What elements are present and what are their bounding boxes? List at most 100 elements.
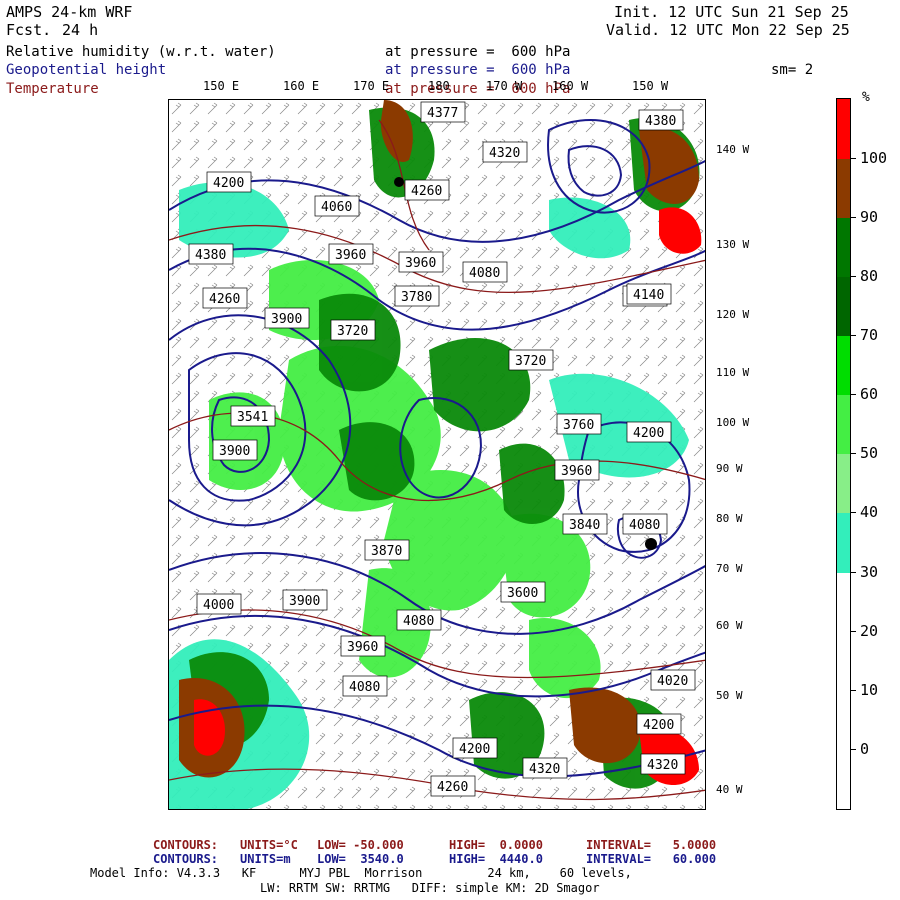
lon-label: 180 — [428, 79, 450, 93]
field-rh-name: Relative humidity (w.r.t. water) — [6, 44, 276, 60]
colorbar — [836, 98, 851, 810]
lat-label: 130 W — [716, 238, 750, 251]
height-label: 3720 — [330, 319, 376, 341]
colorbar-segment — [837, 454, 850, 513]
model-title: AMPS 24-km WRF — [6, 3, 133, 21]
lon-label: 170 E — [353, 79, 390, 93]
height-label: 3900 — [212, 439, 258, 461]
colorbar-label: 60 — [860, 385, 879, 403]
colorbar-label: 90 — [860, 208, 879, 226]
height-label: 4380 — [638, 109, 684, 131]
temp-contour-high: HIGH= 0.0000 — [449, 838, 543, 852]
colorbar-segment — [837, 99, 850, 159]
svg-text:3900: 3900 — [219, 444, 250, 459]
height-label: 3870 — [364, 539, 410, 561]
height-label: 3541 — [230, 405, 276, 427]
field-height-name: Geopotential height — [6, 62, 167, 78]
field-height-level: at pressure = 600 hPa — [385, 62, 571, 78]
height-label: 4080 — [396, 609, 442, 631]
height-label: 4320 — [522, 757, 568, 779]
colorbar-unit: % — [862, 90, 870, 105]
height-label: 4080 — [462, 261, 508, 283]
height-label: 4000 — [196, 593, 242, 615]
model-info-line2: LW: RRTM SW: RRTMG DIFF: simple KM: 2D S… — [260, 881, 600, 895]
colorbar-segment — [837, 159, 850, 218]
svg-text:3600: 3600 — [507, 586, 538, 601]
svg-text:3960: 3960 — [405, 256, 436, 271]
lat-label: 100 W — [716, 416, 750, 429]
colorbar-segment — [837, 218, 850, 277]
height-contour-label: CONTOURS: — [153, 852, 219, 866]
height-contour-units: UNITS=m — [240, 852, 291, 866]
svg-text:4380: 4380 — [195, 248, 226, 263]
low-center-marker — [394, 177, 404, 187]
height-label: 3720 — [508, 349, 554, 371]
model-info-line1: Model Info: V4.3.3 KF MYJ PBL Morrison 2… — [90, 866, 632, 880]
colorbar-segment — [837, 277, 850, 336]
lon-label: 160 E — [283, 79, 320, 93]
svg-text:3760: 3760 — [563, 418, 594, 433]
temp-contour-low: LOW= -50.000 — [317, 838, 404, 852]
height-contour-high: HIGH= 4440.0 — [449, 852, 543, 866]
height-label: 4200 — [452, 737, 498, 759]
svg-text:4320: 4320 — [647, 758, 678, 773]
height-label: 4200 — [206, 171, 252, 193]
svg-text:4260: 4260 — [411, 184, 442, 199]
svg-text:4080: 4080 — [349, 680, 380, 695]
height-label: 4080 — [622, 513, 668, 535]
temp-contour-interval: INTERVAL= 5.0000 — [586, 838, 717, 852]
forecast-label: Fcst. — [6, 21, 52, 39]
svg-text:4020: 4020 — [657, 674, 688, 689]
lon-label: 170 W — [486, 79, 523, 93]
svg-text:3720: 3720 — [515, 354, 546, 369]
height-label: 3960 — [328, 243, 374, 265]
svg-text:4260: 4260 — [209, 292, 240, 307]
height-label: 3600 — [500, 581, 546, 603]
height-contour-interval: INTERVAL= 60.000 — [586, 852, 717, 866]
height-label: 3960 — [398, 251, 444, 273]
lat-label: 140 W — [716, 143, 750, 156]
height-label: 4320 — [640, 753, 686, 775]
low-center-marker — [645, 538, 657, 550]
height-label: 3900 — [282, 589, 328, 611]
colorbar-segment — [837, 336, 850, 395]
svg-text:3960: 3960 — [335, 248, 366, 263]
height-label: 4080 — [342, 675, 388, 697]
lat-label: 60 W — [716, 619, 743, 632]
temp-contour-units: UNITS=°C — [240, 838, 298, 852]
valid-time: Valid. 12 UTC Mon 22 Sep 25 — [606, 21, 850, 39]
svg-text:4380: 4380 — [645, 114, 676, 129]
svg-text:4060: 4060 — [321, 200, 352, 215]
height-label: 3760 — [556, 413, 602, 435]
svg-text:3840: 3840 — [569, 518, 600, 533]
svg-text:3870: 3870 — [371, 544, 402, 559]
svg-text:4200: 4200 — [643, 718, 674, 733]
field-rh-level: at pressure = 600 hPa — [385, 44, 571, 60]
svg-text:4140: 4140 — [633, 288, 664, 303]
svg-text:4377: 4377 — [427, 106, 458, 121]
colorbar-label: 70 — [860, 326, 879, 344]
height-label: 4200 — [626, 421, 672, 443]
svg-text:4260: 4260 — [437, 780, 468, 795]
forecast-hours: 24 h — [62, 21, 99, 39]
temp-contour-label: CONTOURS: — [153, 838, 219, 852]
init-time: Init. 12 UTC Sun 21 Sep 25 — [614, 3, 849, 21]
svg-text:4320: 4320 — [489, 146, 520, 161]
height-label: 4320 — [482, 141, 528, 163]
map-canvas: 4377 4320 4380 4200 4260 4060 4380 4260 … — [169, 100, 705, 809]
svg-text:4200: 4200 — [459, 742, 490, 757]
colorbar-label: 30 — [860, 563, 879, 581]
svg-text:3960: 3960 — [561, 464, 592, 479]
svg-text:3541: 3541 — [237, 410, 268, 425]
svg-text:3900: 3900 — [271, 312, 302, 327]
svg-text:3720: 3720 — [337, 324, 368, 339]
svg-text:3900: 3900 — [289, 594, 320, 609]
smoothing-value: sm= 2 — [771, 62, 814, 78]
height-label: 4140 — [626, 283, 672, 305]
colorbar-label: 10 — [860, 681, 879, 699]
svg-text:4200: 4200 — [633, 426, 664, 441]
lon-label: 160 W — [552, 79, 589, 93]
height-label: 3840 — [562, 513, 608, 535]
colorbar-label: 20 — [860, 622, 879, 640]
height-label: 4060 — [314, 195, 360, 217]
